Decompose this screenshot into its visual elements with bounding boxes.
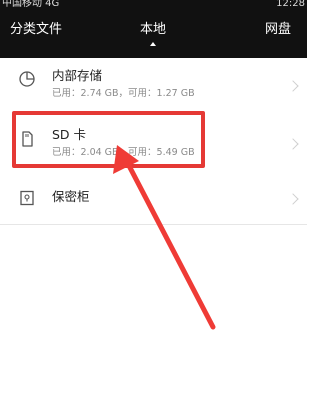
tab-categories[interactable]: 分类文件 [10, 22, 62, 38]
safe-item[interactable]: 保密柜 [0, 174, 307, 225]
sd-card-highlight-box [12, 111, 205, 168]
chevron-right-icon [287, 80, 299, 92]
tab-cloud-drive[interactable]: 网盘 [265, 22, 291, 38]
clock-label: 12:28 [276, 0, 305, 9]
internal-storage-item[interactable]: 内部存储 已用：2.74 GB，可用：1.27 GB [0, 58, 307, 117]
app-header: 中国移动 4G 12:28 分类文件 本地 网盘 [0, 0, 307, 58]
internal-storage-usage: 已用：2.74 GB，可用：1.27 GB [52, 88, 195, 99]
chevron-right-icon [287, 138, 299, 150]
carrier-label: 中国移动 4G [2, 0, 60, 9]
chevron-right-icon [287, 193, 299, 205]
tab-local[interactable]: 本地 [140, 22, 166, 38]
status-bar: 中国移动 4G 12:28 [0, 0, 307, 10]
safe-lock-icon [18, 189, 36, 207]
pie-chart-icon [18, 70, 36, 88]
active-tab-indicator [150, 42, 156, 46]
internal-storage-title: 内部存储 [52, 68, 103, 83]
safe-title: 保密柜 [52, 189, 90, 204]
